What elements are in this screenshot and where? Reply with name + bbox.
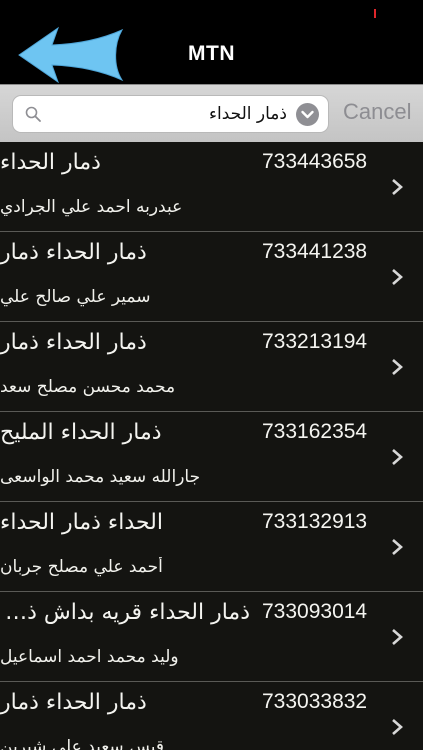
- cancel-button[interactable]: Cancel: [343, 99, 411, 125]
- list-item-person: أحمد علي مصلح جربان: [0, 557, 163, 577]
- list-item-name: الحداء ذمار الحداء: [0, 510, 163, 535]
- chevron-down-icon: [301, 110, 314, 119]
- list-item[interactable]: الحداء ذمار الحداء 733132913 أحمد علي مص…: [0, 502, 423, 592]
- list-item-number: 733132913: [262, 510, 368, 533]
- list-item-number: 733441238: [262, 240, 368, 263]
- list-item-name: ذمار الحداء قريه بداش ذمار: [0, 600, 250, 625]
- chevron-right-icon: [392, 359, 403, 375]
- list-item-person: وليد محمد احمد اسماعيل: [0, 647, 179, 667]
- list-item-number: 733213194: [262, 330, 368, 353]
- list-item-number: 733093014: [262, 600, 368, 623]
- status-bar: [0, 0, 423, 22]
- chevron-right-icon: [392, 449, 403, 465]
- list-item-name: ذمار الحداء ذمار: [0, 690, 147, 715]
- search-input[interactable]: [47, 96, 287, 132]
- list-item[interactable]: ذمار الحداء ذمار 733441238 سمير علي صالح…: [0, 232, 423, 322]
- list-item-person: سمير علي صالح علي: [0, 287, 151, 307]
- list-item-name: ذمار الحداء ذمار: [0, 330, 147, 355]
- list-item-name: ذمار الحداء: [0, 150, 101, 175]
- search-icon: [25, 106, 41, 122]
- chevron-right-icon: [392, 719, 403, 735]
- chevron-right-icon: [392, 629, 403, 645]
- chevron-right-icon: [392, 539, 403, 555]
- search-bar: Cancel: [0, 84, 423, 142]
- list-item-person: محمد محسن مصلح سعد: [0, 377, 176, 397]
- list-item-number: 733443658: [262, 150, 368, 173]
- page-title: MTN: [188, 42, 235, 65]
- battery-indicator-icon: [374, 9, 376, 18]
- list-item[interactable]: ذمار الحداء المليح 733162354 جارالله سعي…: [0, 412, 423, 502]
- clear-search-button[interactable]: [296, 103, 319, 126]
- chevron-right-icon: [392, 269, 403, 285]
- list-item-person: جارالله سعيد محمد الواسعى: [0, 467, 201, 487]
- list-item[interactable]: ذمار الحداء قريه بداش ذمار 733093014 ولي…: [0, 592, 423, 682]
- chevron-right-icon: [392, 179, 403, 195]
- list-item-number: 733162354: [262, 420, 368, 443]
- results-list: ذمار الحداء 733443658 عبدربه احمد علي ال…: [0, 142, 423, 750]
- navigation-bar: MTN: [0, 22, 423, 84]
- list-item[interactable]: ذمار الحداء ذمار 733213194 محمد محسن مصل…: [0, 322, 423, 412]
- list-item-number: 733033832: [262, 690, 368, 713]
- list-item-person: قيس سعيد علي شيرين: [0, 737, 165, 750]
- list-item[interactable]: ذمار الحداء ذمار 733033832 قيس سعيد علي …: [0, 682, 423, 750]
- search-field[interactable]: [12, 95, 329, 133]
- list-item-name: ذمار الحداء المليح: [0, 420, 162, 445]
- list-item[interactable]: ذمار الحداء 733443658 عبدربه احمد علي ال…: [0, 142, 423, 232]
- list-item-person: عبدربه احمد علي الجرادي: [0, 197, 183, 217]
- list-item-name: ذمار الحداء ذمار: [0, 240, 147, 265]
